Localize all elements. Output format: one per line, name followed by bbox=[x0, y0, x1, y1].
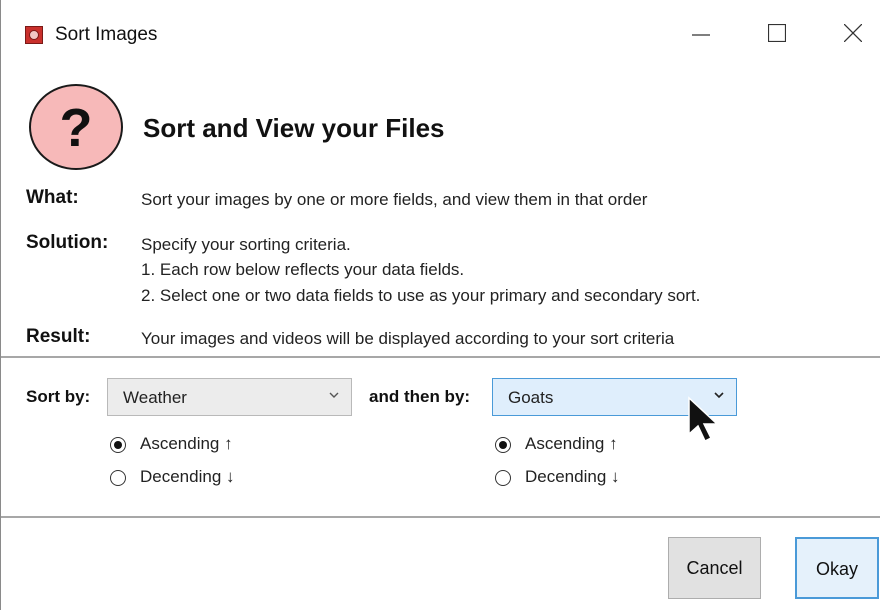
solution-line-1: Specify your sorting criteria. bbox=[141, 235, 351, 254]
minimize-button[interactable] bbox=[673, 14, 729, 54]
secondary-sort-value: Goats bbox=[508, 388, 554, 407]
solution-line-3: 2. Select one or two data fields to use … bbox=[141, 286, 701, 305]
sort-images-dialog: Sort Images ? Sort and View your Files W… bbox=[0, 0, 880, 610]
divider-bottom bbox=[1, 516, 880, 518]
then-by-label: and then by: bbox=[369, 387, 471, 406]
divider-top bbox=[1, 356, 880, 358]
maximize-button[interactable] bbox=[749, 14, 805, 54]
app-icon bbox=[25, 26, 43, 44]
radio-unchecked-icon bbox=[110, 470, 126, 486]
close-icon bbox=[844, 24, 862, 42]
result-text: Your images and videos will be displayed… bbox=[141, 329, 675, 348]
mouse-cursor-icon bbox=[688, 396, 719, 443]
radio-checked-icon bbox=[495, 437, 511, 453]
primary-ascending-label: Ascending ↑ bbox=[140, 434, 233, 453]
maximize-icon bbox=[768, 24, 786, 42]
radio-unchecked-icon bbox=[495, 470, 511, 486]
what-text: Sort your images by one or more fields, … bbox=[141, 190, 648, 209]
close-button[interactable] bbox=[825, 14, 880, 54]
secondary-descending-label: Decending ↓ bbox=[525, 467, 620, 486]
question-icon: ? bbox=[29, 84, 123, 170]
secondary-ascending-label: Ascending ↑ bbox=[525, 434, 618, 453]
title-bar: Sort Images bbox=[1, 0, 880, 70]
what-label: What: bbox=[26, 187, 79, 208]
solution-label: Solution: bbox=[26, 232, 109, 253]
primary-sort-dropdown[interactable]: Weather bbox=[107, 378, 352, 416]
question-glyph: ? bbox=[59, 98, 93, 158]
solution-line-2: 1. Each row below reflects your data fie… bbox=[141, 260, 465, 279]
result-label: Result: bbox=[26, 326, 91, 347]
window-title: Sort Images bbox=[55, 24, 158, 45]
primary-sort-value: Weather bbox=[123, 388, 187, 407]
chevron-down-icon bbox=[329, 392, 339, 398]
cancel-button[interactable]: Cancel bbox=[668, 537, 761, 599]
minimize-icon bbox=[692, 34, 710, 36]
dialog-heading: Sort and View your Files bbox=[143, 113, 445, 143]
okay-button[interactable]: Okay bbox=[795, 537, 879, 599]
sort-by-label: Sort by: bbox=[26, 387, 91, 406]
radio-checked-icon bbox=[110, 437, 126, 453]
primary-descending-label: Decending ↓ bbox=[140, 467, 235, 486]
